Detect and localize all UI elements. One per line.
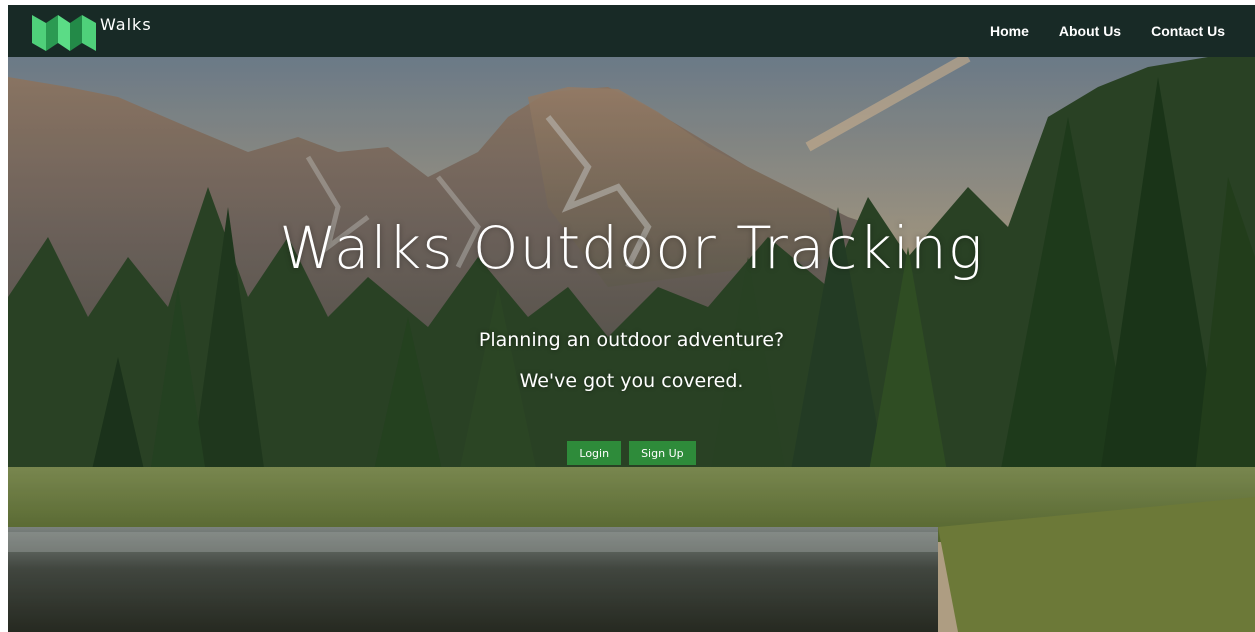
nav-home-link[interactable]: Home <box>990 23 1029 39</box>
hero-subtitle-tagline: We've got you covered. <box>519 370 744 392</box>
nav-links: Home About Us Contact Us <box>990 5 1225 57</box>
hero-subtitle-question: Planning an outdoor adventure? <box>478 329 785 351</box>
brand[interactable]: Walks <box>32 11 152 51</box>
hero-buttons: Login Sign Up <box>8 441 1255 465</box>
top-navbar: Walks Home About Us Contact Us <box>8 5 1255 57</box>
folded-map-logo-icon <box>32 11 96 51</box>
brand-name: Walks <box>100 14 152 34</box>
hero-title: Walks Outdoor Tracking <box>279 214 984 282</box>
hero-section: Walks Outdoor Tracking Planning an outdo… <box>8 57 1255 632</box>
login-button[interactable]: Login <box>567 441 622 465</box>
page-frame: Walks Home About Us Contact Us Walks Out… <box>8 5 1255 632</box>
nav-contact-link[interactable]: Contact Us <box>1151 23 1225 39</box>
signup-button[interactable]: Sign Up <box>629 441 696 465</box>
nav-about-link[interactable]: About Us <box>1059 23 1121 39</box>
